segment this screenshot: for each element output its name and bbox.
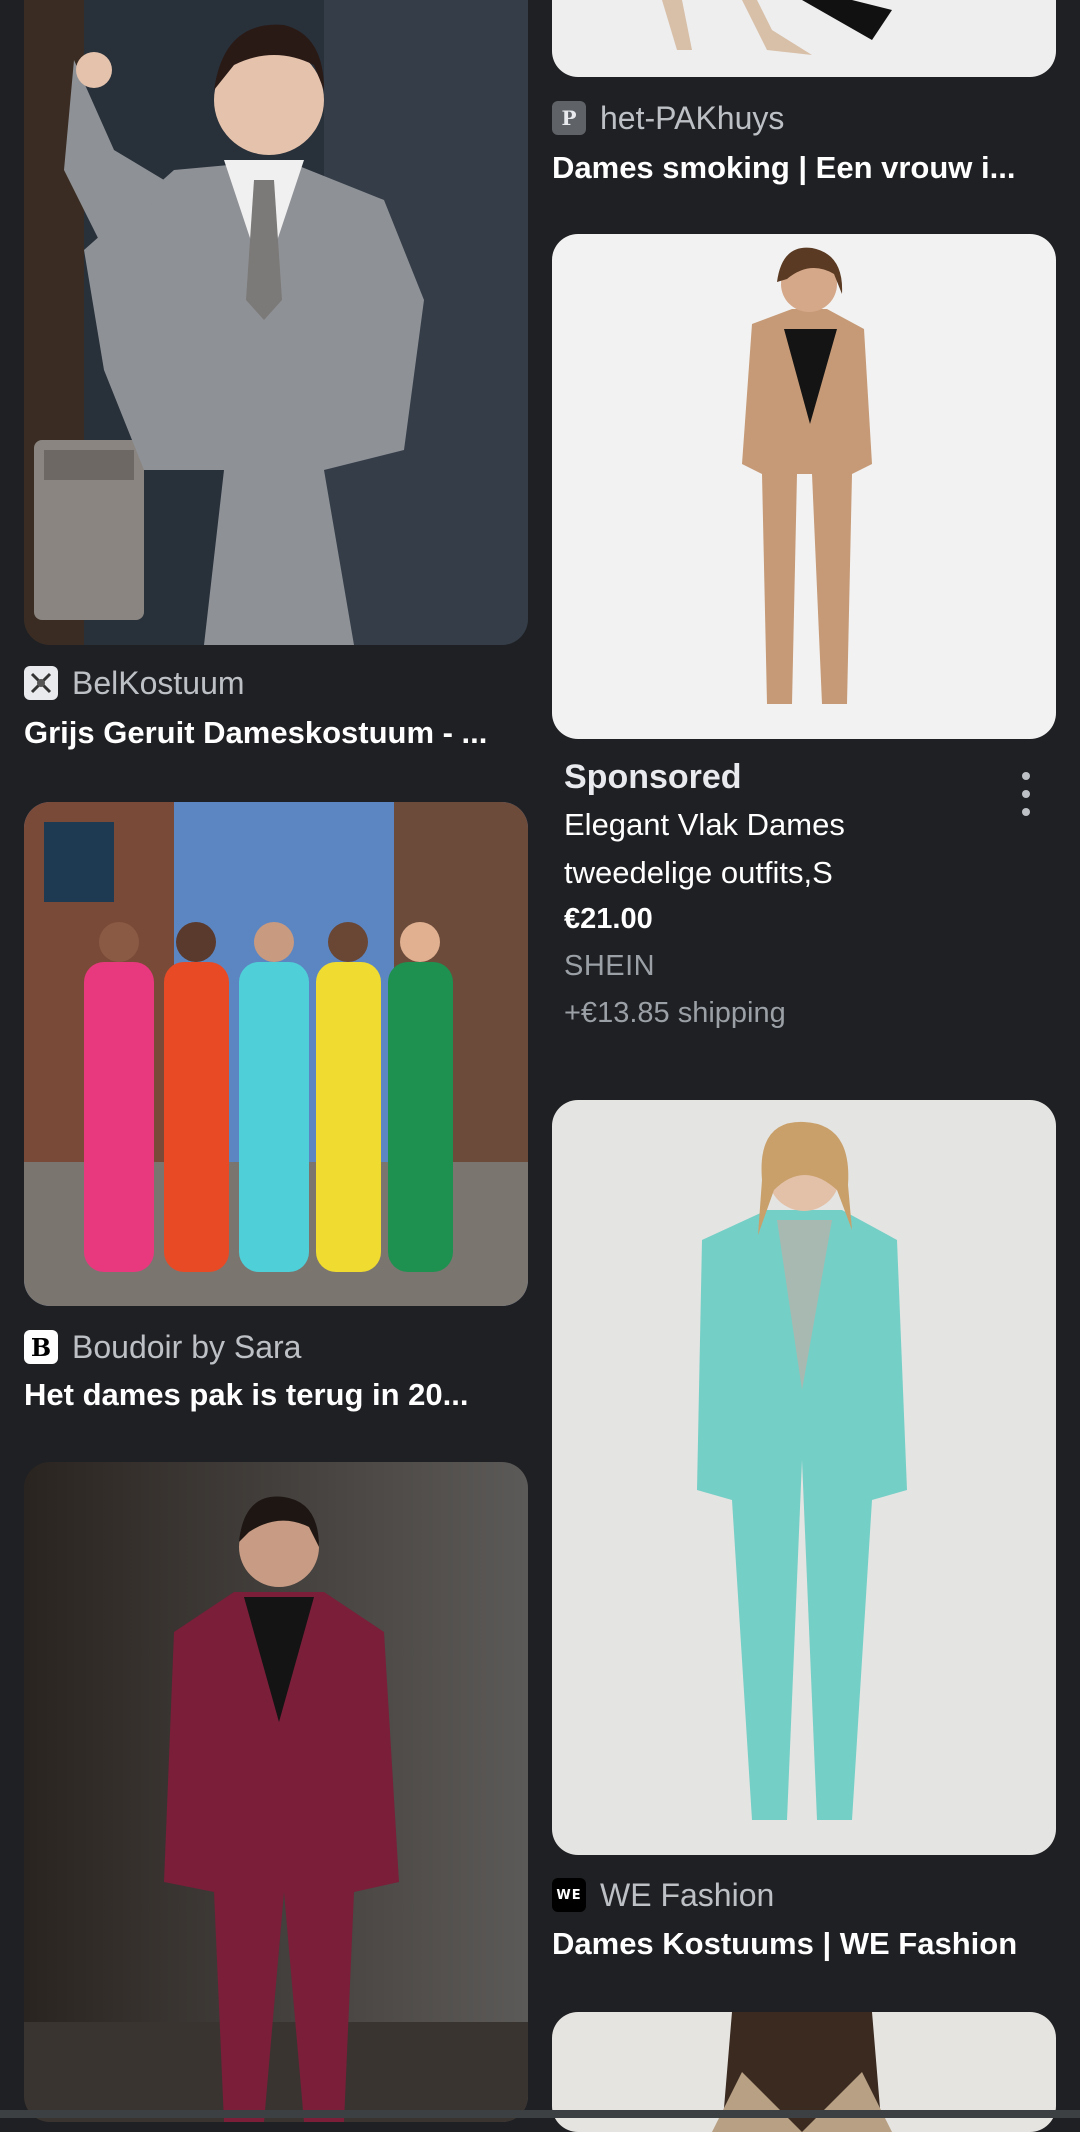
result-image-colorful-suits[interactable] bbox=[24, 802, 528, 1306]
result-source[interactable]: B Boudoir by Sara bbox=[24, 1327, 301, 1367]
result-source-name: WE Fashion bbox=[600, 1876, 775, 1913]
product-title-line: tweedelige outfits,S bbox=[564, 855, 833, 890]
result-image-teal-suit[interactable] bbox=[552, 1100, 1056, 1855]
result-image-burgundy-satin-suit[interactable] bbox=[24, 1462, 528, 2122]
belkostuum-logo-icon bbox=[24, 666, 58, 700]
boudoir-logo-icon: B bbox=[24, 1330, 58, 1364]
product-shipping: +€13.85 shipping bbox=[564, 997, 786, 1029]
result-source[interactable]: BelKostuum bbox=[24, 663, 245, 703]
sponsored-info[interactable]: Sponsored Elegant Vlak Dames tweedelige … bbox=[564, 758, 1044, 1030]
result-image-grey-plaid-suit[interactable] bbox=[24, 0, 528, 645]
product-title[interactable]: Elegant Vlak Dames tweedelige outfits,S bbox=[564, 801, 1044, 897]
result-source-name: het-PAKhuys bbox=[600, 99, 785, 136]
more-options-icon[interactable] bbox=[1016, 772, 1036, 816]
we-fashion-logo-icon: WE bbox=[552, 1878, 586, 1912]
result-title[interactable]: Het dames pak is terug in 20... bbox=[24, 1377, 528, 1413]
result-title[interactable]: Dames Kostuums | WE Fashion bbox=[552, 1926, 1056, 1962]
product-image-camel-suit[interactable] bbox=[552, 234, 1056, 739]
product-price: €21.00 bbox=[564, 903, 653, 935]
result-image-dames-smoking[interactable] bbox=[552, 0, 1056, 77]
bottom-edge-bar bbox=[0, 2110, 1080, 2118]
result-title[interactable]: Dames smoking | Een vrouw i... bbox=[552, 150, 1056, 186]
result-source[interactable]: WE WE Fashion bbox=[552, 1875, 774, 1915]
pakhuys-logo-icon: P bbox=[552, 101, 586, 135]
product-store: SHEIN bbox=[564, 950, 656, 982]
result-source[interactable]: P het-PAKhuys bbox=[552, 98, 784, 138]
result-source-name: Boudoir by Sara bbox=[72, 1328, 302, 1365]
result-title[interactable]: Grijs Geruit Dameskostuum - ... bbox=[24, 715, 528, 751]
sponsored-label: Sponsored bbox=[564, 758, 742, 796]
result-source-name: BelKostuum bbox=[72, 664, 245, 701]
product-title-line: Elegant Vlak Dames bbox=[564, 807, 845, 842]
